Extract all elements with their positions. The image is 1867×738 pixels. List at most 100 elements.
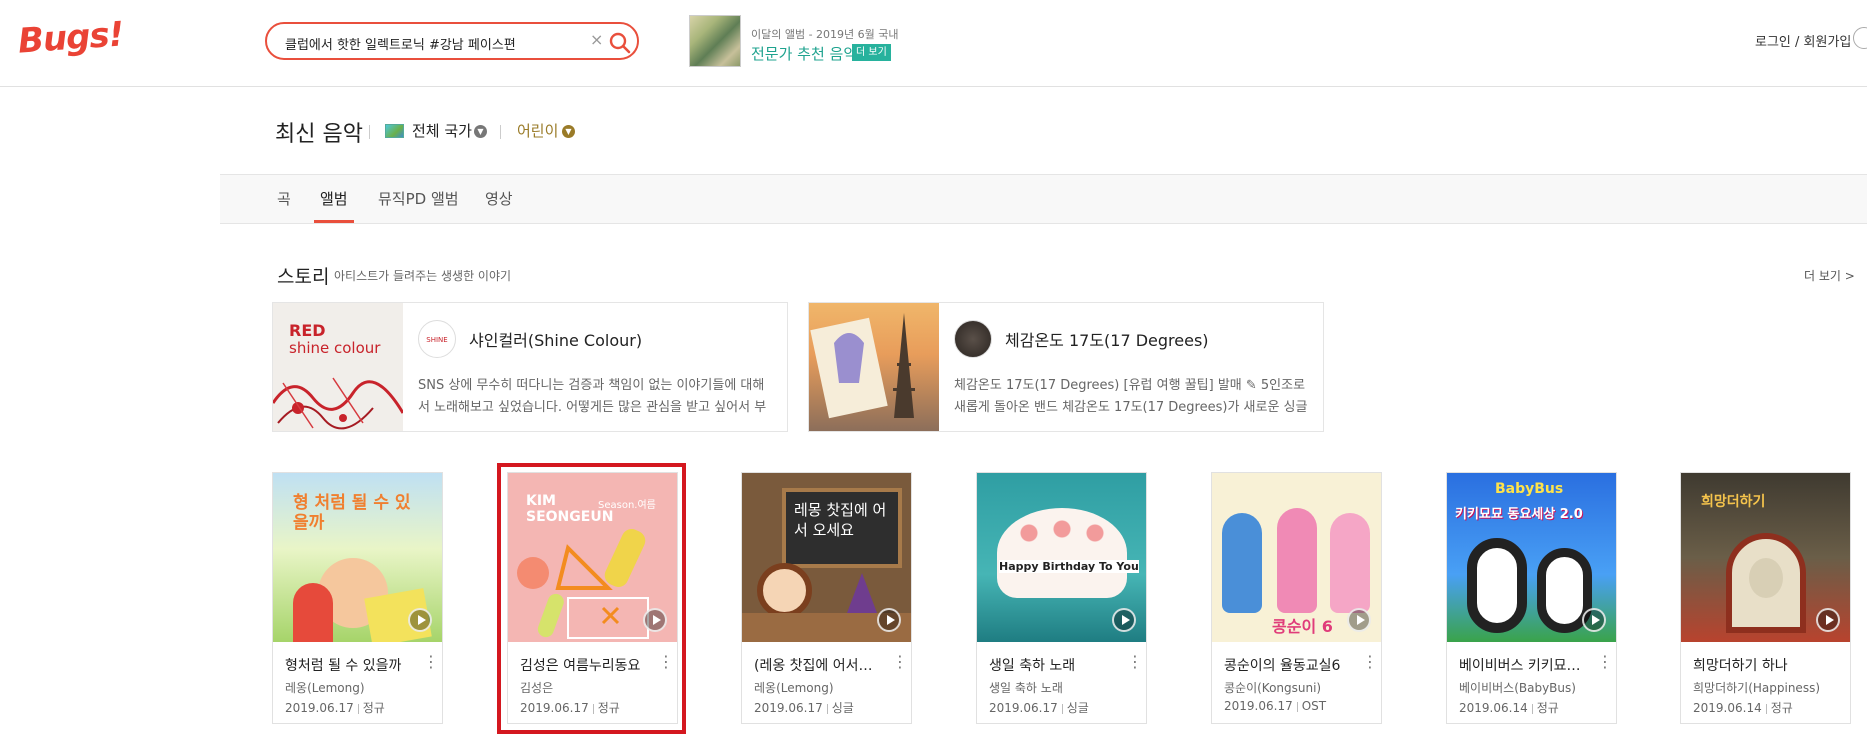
eiffel-tower-art <box>810 313 915 419</box>
illustration-hat <box>847 573 877 613</box>
album-cover-text: BabyBus <box>1495 481 1564 497</box>
album-artist[interactable]: 레옹(Lemong) <box>754 679 884 696</box>
album-title[interactable]: 희망더하기 하나 <box>1693 655 1823 675</box>
album-date: 2019.06.17 <box>285 701 354 715</box>
promo-subtitle: 이달의 앨범 - 2019년 6월 국내 <box>751 28 899 41</box>
panda-illustration <box>1467 538 1527 633</box>
search-input[interactable]: 클럽에서 핫한 일렉트로닉 #강남 페이스편 <box>285 34 516 53</box>
album-artist[interactable]: 희망더하기(Happiness) <box>1693 679 1823 696</box>
album-date: 2019.06.17 <box>989 701 1058 715</box>
album-title[interactable]: 생일 축하 노래 <box>989 655 1119 675</box>
clear-icon[interactable]: × <box>590 30 603 49</box>
bugs-logo[interactable]: Bugs! <box>17 14 125 61</box>
more-options-icon[interactable]: ⋮ <box>423 654 439 670</box>
album-card[interactable]: Happy Birthday To You 생일 축하 노래 생일 축하 노래 … <box>976 472 1147 724</box>
play-icon[interactable] <box>1347 608 1371 632</box>
artist-avatar[interactable] <box>954 320 992 358</box>
story-card-name[interactable]: 샤인컬러(Shine Colour) <box>469 327 642 351</box>
album-artist[interactable]: 베이비버스(BabyBus) <box>1459 679 1589 696</box>
album-meta: 2019.06.17 싱글 <box>754 699 854 716</box>
more-options-icon[interactable]: ⋮ <box>1127 654 1143 670</box>
story-section-title: 스토리 <box>277 266 330 288</box>
album-meta: 2019.06.17 정규 <box>285 699 385 716</box>
genre-filter[interactable]: 어린이 <box>517 120 558 141</box>
search-box[interactable]: 클럽에서 핫한 일렉트로닉 #강남 페이스편 × <box>265 22 639 60</box>
login-signup-link[interactable]: 로그인 / 회원가입 <box>1755 31 1851 50</box>
album-cover-text: 레몽 찻집에 어서 오세요 <box>794 501 887 539</box>
more-options-icon[interactable]: ⋮ <box>892 654 908 670</box>
album-cover[interactable]: 형 처럼 될 수 있을까 <box>273 473 442 642</box>
album-card[interactable]: 희망더하기 희망더하기 하나 희망더하기(Happiness) 2019.06.… <box>1680 472 1851 724</box>
illustration-strawberries <box>1007 513 1117 553</box>
chevron-down-icon[interactable]: ▼ <box>474 125 487 138</box>
play-icon[interactable] <box>877 608 901 632</box>
album-artist[interactable]: 콩순이(Kongsuni) <box>1224 679 1354 696</box>
promo-more-button[interactable]: 더 보기 <box>852 44 891 61</box>
album-card[interactable]: 형 처럼 될 수 있을까 형처럼 될 수 있을까 레옹(Lemong) 2019… <box>272 472 443 724</box>
illustration-face <box>757 563 812 618</box>
album-title[interactable]: 베이비버스 키키묘묘 동요세상 <box>1459 655 1589 675</box>
album-meta: 2019.06.14 정규 <box>1693 699 1793 716</box>
story-card-image[interactable] <box>809 303 939 431</box>
play-icon[interactable] <box>1112 608 1136 632</box>
divider <box>369 125 370 139</box>
illustration-character <box>1222 513 1262 613</box>
album-type: 싱글 <box>1066 701 1089 715</box>
divider <box>500 125 501 139</box>
album-cover[interactable]: 콩순이 6 <box>1212 473 1381 642</box>
page-title: 최신 음악 <box>275 122 363 147</box>
tab-bar <box>220 174 1867 224</box>
story-card-name[interactable]: 체감온도 17도(17 Degrees) <box>1005 327 1209 351</box>
album-artist[interactable]: 레옹(Lemong) <box>285 679 415 696</box>
album-meta: 2019.06.17 싱글 <box>989 699 1089 716</box>
tab-videos[interactable]: 영상 <box>485 188 513 209</box>
album-type: 정규 <box>1536 701 1559 715</box>
story-card[interactable]: 체감온도 17도(17 Degrees) 체감온도 17도(17 Degrees… <box>808 302 1324 432</box>
search-icon[interactable] <box>608 31 632 55</box>
album-card[interactable]: BabyBus 키키묘묘 동요세상 2.0 베이비버스 키키묘묘 동요세상 베이… <box>1446 472 1617 724</box>
chalkboard: 레몽 찻집에 어서 오세요 <box>782 488 902 568</box>
album-date: 2019.06.17 <box>754 701 823 715</box>
album-title[interactable]: 콩순이의 율동교실6 <box>1224 655 1354 675</box>
illustration-character <box>1330 513 1370 613</box>
album-cover-text: 키키묘묘 동요세상 2.0 <box>1455 507 1583 522</box>
album-card[interactable]: 레몽 찻집에 어서 오세요 (레옹 찻집에 어서오세요) 레옹(Lemong) … <box>741 472 912 724</box>
story-more-link[interactable]: 더 보기 > <box>1804 267 1855 284</box>
album-cover[interactable]: BabyBus 키키묘묘 동요세상 2.0 <box>1447 473 1616 642</box>
artist-avatar[interactable]: SHINE COLOUR <box>418 320 456 358</box>
album-title[interactable]: (레옹 찻집에 어서오세요) <box>754 655 884 675</box>
album-cover-text: Happy Birthday To You <box>999 560 1139 573</box>
tab-albums[interactable]: 앨범 <box>320 188 348 209</box>
story-card-description: SNS 상에 무수히 떠다니는 검증과 책임이 없는 이야기들에 대해서 노래해… <box>418 378 767 415</box>
album-cover[interactable]: 레몽 찻집에 어서 오세요 <box>742 473 911 642</box>
story-card[interactable]: RED shine colour SHINE COLOUR 샤인컬러(Shine… <box>272 302 788 432</box>
tab-musicpd-albums[interactable]: 뮤직PD 앨범 <box>378 188 459 209</box>
illustration-figure <box>293 583 333 642</box>
egg-illustration <box>1749 558 1783 598</box>
play-icon[interactable] <box>1582 608 1606 632</box>
story-card-image[interactable]: RED shine colour <box>273 303 403 431</box>
more-options-icon[interactable]: ⋮ <box>1597 654 1613 670</box>
promo-album-thumbnail[interactable] <box>689 15 741 67</box>
album-card[interactable]: 콩순이 6 콩순이의 율동교실6 콩순이(Kongsuni) 2019.06.1… <box>1211 472 1382 724</box>
album-type: 정규 <box>362 701 385 715</box>
play-icon[interactable] <box>408 608 432 632</box>
album-date: 2019.06.14 <box>1693 701 1762 715</box>
chevron-down-icon[interactable]: ▼ <box>562 125 575 138</box>
album-type: 정규 <box>1770 701 1793 715</box>
story-card-description: 체감온도 17도(17 Degrees) [유럽 여행 꿀팁] 발매 ✎ 5인조… <box>954 378 1308 415</box>
play-icon[interactable] <box>1816 608 1840 632</box>
album-cover[interactable]: 희망더하기 <box>1681 473 1850 642</box>
story-section-subtitle: 아티스트가 들려주는 생생한 이야기 <box>334 269 512 283</box>
globe-icon <box>385 124 404 138</box>
red-splatter-art <box>273 377 403 430</box>
album-title[interactable]: 형처럼 될 수 있을까 <box>285 655 415 675</box>
country-filter[interactable]: 전체 국가 <box>412 120 472 141</box>
album-cover-text: 희망더하기 <box>1701 494 1766 510</box>
more-options-icon[interactable]: ⋮ <box>1362 654 1378 670</box>
promo-title[interactable]: 전문가 추천 음악 <box>751 43 857 64</box>
album-artist[interactable]: 생일 축하 노래 <box>989 679 1119 696</box>
tab-songs[interactable]: 곡 <box>277 188 291 209</box>
album-cover[interactable]: Happy Birthday To You <box>977 473 1146 642</box>
album-cover-text: 형 처럼 될 수 있을까 <box>293 493 411 533</box>
